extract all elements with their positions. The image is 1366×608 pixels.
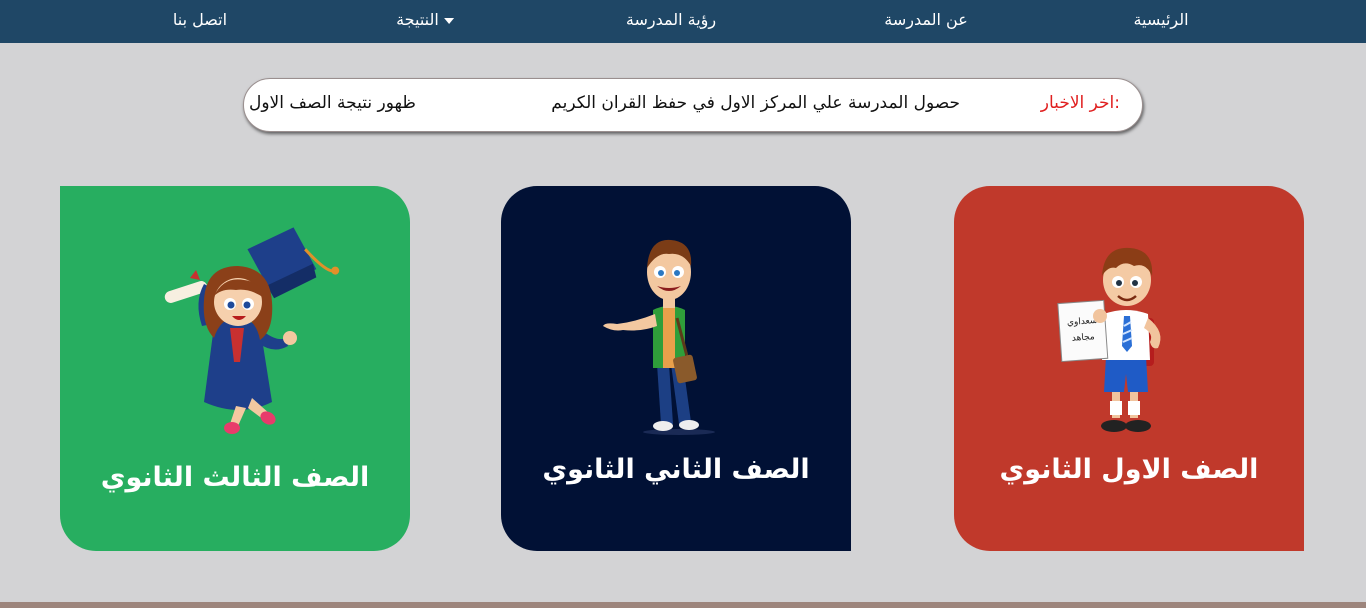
paper-name-line1: سعداوي <box>1067 316 1098 328</box>
news-item: ظهور نتيجة الصف الاول <box>249 93 416 113</box>
news-label: اخر الاخبار: <box>1040 93 1120 113</box>
news-item: حصول المدرسة علي المركز الاول في حفظ الق… <box>551 93 960 113</box>
nav-vision-link[interactable]: رؤية المدرسة <box>626 0 716 43</box>
card-title: الصف الاول الثانوي <box>999 454 1259 485</box>
top-navbar: الرئيسية عن المدرسة رؤية المدرسة النتيجة… <box>0 0 1366 43</box>
footer-divider <box>0 602 1366 608</box>
card-title: الصف الثالث الثانوي <box>100 462 370 493</box>
card-grade-3[interactable]: الصف الثالث الثانوي <box>60 186 410 551</box>
card-grade-1[interactable]: سعداوي مجاهد الصف الاول الثانوي <box>954 186 1304 551</box>
card-grade-2[interactable]: الصف الثاني الثانوي <box>501 186 851 551</box>
caret-down-icon <box>443 17 454 24</box>
student-boy-pointing-illustration <box>603 239 715 435</box>
nav-results-dropdown[interactable]: النتيجة <box>396 0 460 43</box>
nav-contact-link[interactable]: اتصل بنا <box>173 0 227 43</box>
card-title: الصف الثاني الثانوي <box>542 454 810 485</box>
graduate-girl-jumping-illustration <box>164 227 340 434</box>
nav-home-link[interactable]: الرئيسية <box>1133 0 1188 43</box>
student-boy-paper-illustration: سعداوي مجاهد <box>1057 247 1161 432</box>
nav-about-link[interactable]: عن المدرسة <box>884 0 968 43</box>
results-label: النتيجة <box>396 10 439 29</box>
news-ticker: اخر الاخبار: حصول المدرسة علي المركز الا… <box>243 78 1143 132</box>
paper-name-line2: مجاهد <box>1072 332 1096 344</box>
